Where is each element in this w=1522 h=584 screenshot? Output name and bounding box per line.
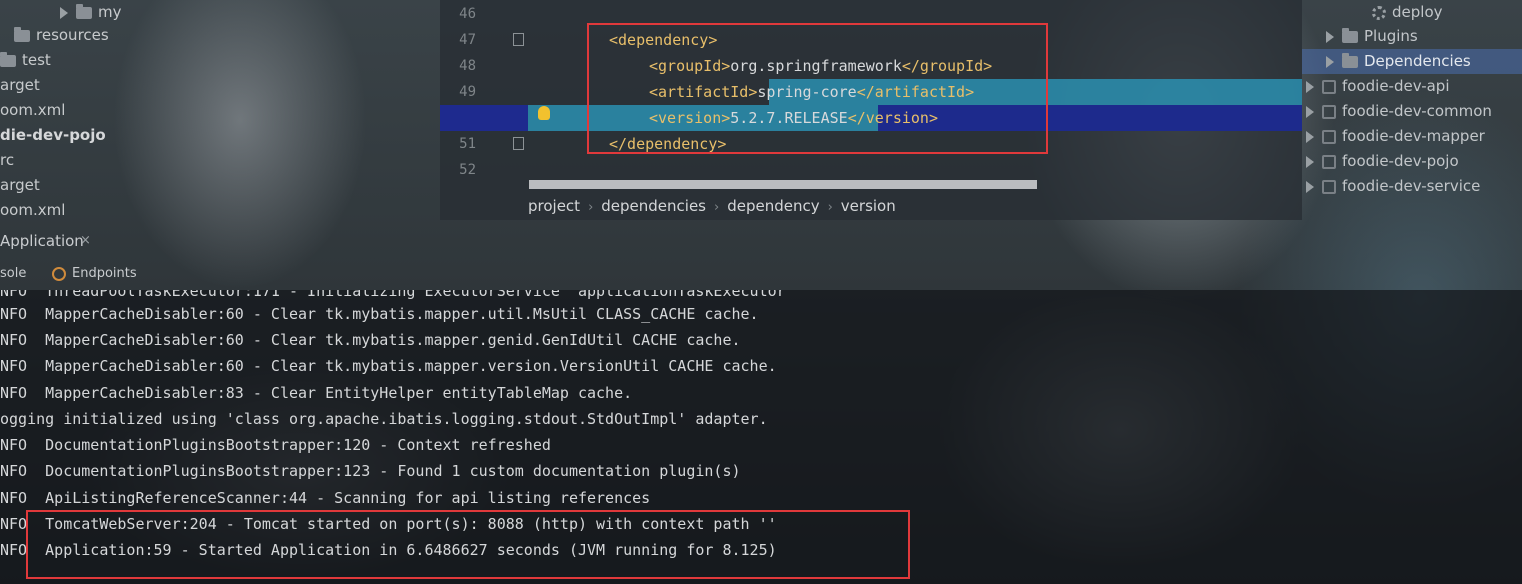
expand-arrow-icon[interactable] [1306,105,1314,118]
breadcrumb-item[interactable]: dependencies [601,197,706,215]
breadcrumb-item[interactable]: dependency [727,197,819,215]
maven-tree: deploy Plugins Dependencies foodie-dev-a… [1302,0,1522,200]
tree-item-pojo-module[interactable]: die-dev-pojo [0,123,106,148]
console-line: NFO MapperCacheDisabler:83 - Clear Entit… [0,384,633,402]
expand-arrow-icon[interactable] [1306,130,1314,143]
line-number: 47 [459,32,476,48]
breadcrumb-item[interactable]: project [528,197,580,215]
endpoints-icon [52,266,66,281]
line-number: 48 [459,58,476,74]
maven-module-foodie-dev-mapper[interactable]: foodie-dev-mapper [1306,124,1485,149]
module-icon [1322,154,1336,169]
highlight-box-startup [26,510,910,579]
folder-icon [76,3,92,19]
console-line: NFO MapperCacheDisabler:60 - Clear tk.my… [0,305,759,323]
folder-icon [14,26,30,42]
console-line: NFO MapperCacheDisabler:60 - Clear tk.my… [0,331,741,349]
line-number: 49 [459,84,476,100]
dependencies-folder-icon [1342,52,1358,68]
tab-console[interactable]: sole [0,262,26,286]
console-line: NFO DocumentationPluginsBootstrapper:120… [0,436,551,454]
module-icon [1322,179,1336,194]
maven-item-dependencies[interactable]: Dependencies [1302,49,1522,74]
maven-item-deploy[interactable]: deploy [1372,0,1443,25]
tree-item-my[interactable]: my [60,0,122,25]
tab-endpoints[interactable]: Endpoints [52,262,137,286]
maven-module-foodie-dev-api[interactable]: foodie-dev-api [1306,74,1449,99]
maven-module-foodie-dev-common[interactable]: foodie-dev-common [1306,99,1492,124]
plugins-folder-icon [1342,27,1358,43]
console-line: ogging initialized using 'class org.apac… [0,410,768,428]
module-icon [1322,129,1336,144]
highlight-box-dependency [587,23,1048,154]
maven-module-foodie-dev-pojo[interactable]: foodie-dev-pojo [1306,149,1459,174]
console-line: NFO DocumentationPluginsBootstrapper:123… [0,462,741,480]
tree-item-pom[interactable]: oom.xml [0,98,65,123]
breadcrumb: project › dependencies › dependency › version [528,192,896,220]
line-number: 46 [459,6,476,22]
chevron-right-icon: › [827,200,833,215]
chevron-right-icon: › [588,200,594,215]
console-line: NFO MapperCacheDisabler:60 - Clear tk.my… [0,357,777,375]
tree-item-test[interactable]: test [0,48,51,73]
horizontal-scrollbar[interactable] [529,180,1037,189]
line-gutter: 46 47 48 49 50 51 52 [440,0,528,190]
tree-item-pom[interactable]: oom.xml [0,198,65,223]
tree-item-target[interactable]: arget [0,73,40,98]
chevron-right-icon: › [714,200,720,215]
run-tab-bar: Application × [0,228,460,254]
module-icon [1322,79,1336,94]
code-editor[interactable]: 46 47 48 49 50 51 52 <dependency> <group… [440,0,1302,220]
expand-arrow-icon[interactable] [60,6,68,19]
folder-icon [0,51,16,67]
expand-arrow-icon[interactable] [1306,155,1314,168]
gear-icon [1372,5,1386,20]
expand-arrow-icon[interactable] [1306,80,1314,93]
breadcrumb-item[interactable]: version [841,197,896,215]
run-tab-application[interactable]: Application [0,228,84,254]
active-line-gutter-highlight [440,105,528,131]
console-output[interactable]: NFO ThreadPoolTaskExecutor:171 - Initial… [0,290,1522,584]
project-tree: my resources test arget oom.xml die-dev-… [0,0,440,228]
fold-marker-icon[interactable] [513,137,524,150]
run-subtab-bar: sole Endpoints [0,262,460,286]
tree-item-resources[interactable]: resources [0,23,109,48]
tree-item-target[interactable]: arget [0,173,40,198]
maven-module-foodie-dev-service[interactable]: foodie-dev-service [1306,174,1480,199]
lightbulb-icon[interactable] [538,106,550,120]
tree-item-src[interactable]: rc [0,148,14,173]
expand-arrow-icon[interactable] [1326,55,1334,68]
console-line: NFO ApiListingReferenceScanner:44 - Scan… [0,489,651,507]
expand-arrow-icon[interactable] [1306,180,1314,193]
maven-item-plugins[interactable]: Plugins [1326,24,1418,49]
fold-marker-icon[interactable] [513,33,524,46]
module-icon [1322,104,1336,119]
close-icon[interactable]: × [80,228,91,254]
line-number: 51 [459,136,476,152]
line-number: 52 [459,162,476,178]
expand-arrow-icon[interactable] [1326,30,1334,43]
